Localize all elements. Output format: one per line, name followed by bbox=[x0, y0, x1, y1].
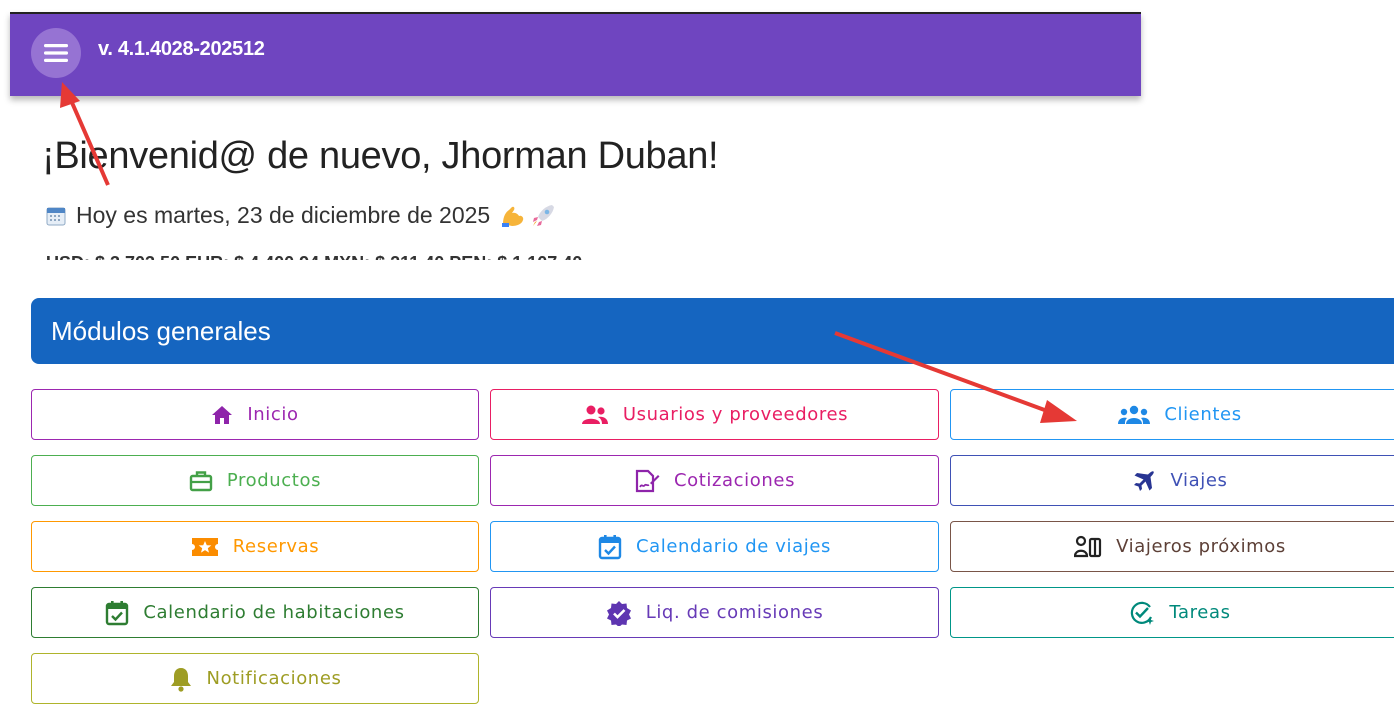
exchange-rates-text: USD: $ 3.703,50 EUR: $ 4.400,94 MXN: $ 2… bbox=[46, 246, 766, 260]
module-label: Viajes bbox=[1170, 470, 1228, 491]
users-icon bbox=[581, 405, 609, 425]
signature-document-icon bbox=[634, 469, 660, 493]
module-productos[interactable]: Productos bbox=[31, 455, 479, 506]
group-icon bbox=[1118, 405, 1151, 425]
top-border bbox=[10, 12, 1141, 14]
module-tareas[interactable]: Tareas bbox=[950, 587, 1394, 638]
module-label: Tareas bbox=[1169, 602, 1231, 623]
star-ticket-icon bbox=[191, 537, 219, 557]
verified-badge-icon bbox=[606, 600, 632, 626]
calendar-check-icon bbox=[105, 600, 129, 626]
top-app-bar: v. 4.1.4028-202512 bbox=[10, 12, 1141, 96]
today-date: Hoy es martes, 23 de diciembre de 2025 bbox=[76, 202, 491, 228]
hamburger-menu-icon bbox=[44, 44, 68, 62]
module-reservas[interactable]: Reservas bbox=[31, 521, 479, 572]
app-version: v. 4.1.4028-202512 bbox=[98, 38, 265, 60]
module-cotizaciones[interactable]: Cotizaciones bbox=[490, 455, 939, 506]
module-label: Clientes bbox=[1164, 404, 1242, 425]
welcome-title: ¡Bienvenid@ de nuevo, Jhorman Duban! bbox=[42, 135, 719, 177]
module-label: Calendario de viajes bbox=[635, 536, 832, 557]
module-label: Calendario de habitaciones bbox=[143, 602, 405, 623]
module-label: Notificaciones bbox=[206, 668, 342, 689]
module-viajeros-proximos[interactable]: Viajeros próximos bbox=[950, 521, 1394, 572]
calendar-check-icon bbox=[598, 534, 622, 560]
exchange-rates: USD: $ 3.703,50 EUR: $ 4.400,94 MXN: $ 2… bbox=[46, 246, 766, 260]
menu-button[interactable] bbox=[31, 28, 81, 78]
task-check-icon bbox=[1129, 600, 1155, 626]
module-label: Inicio bbox=[247, 404, 299, 425]
module-label: Reservas bbox=[232, 536, 320, 557]
briefcase-icon bbox=[189, 470, 213, 492]
module-liq-comisiones[interactable]: Liq. de comisiones bbox=[490, 587, 939, 638]
module-usuarios-proveedores[interactable]: Usuarios y proveedores bbox=[490, 389, 939, 440]
airplane-icon bbox=[1132, 469, 1156, 493]
home-icon bbox=[211, 405, 233, 425]
module-calendario-habitaciones[interactable]: Calendario de habitaciones bbox=[31, 587, 479, 638]
module-label: Usuarios y proveedores bbox=[622, 404, 849, 425]
bell-icon bbox=[169, 666, 193, 692]
rocket-icon bbox=[533, 204, 555, 226]
person-luggage-icon bbox=[1074, 535, 1102, 559]
calendar-icon bbox=[46, 207, 66, 225]
module-clientes[interactable]: Clientes bbox=[950, 389, 1394, 440]
section-title: Módulos generales bbox=[31, 298, 1394, 364]
module-label: Cotizaciones bbox=[673, 470, 796, 491]
module-viajes[interactable]: Viajes bbox=[950, 455, 1394, 506]
module-inicio[interactable]: Inicio bbox=[31, 389, 479, 440]
flexed-biceps-icon bbox=[502, 206, 524, 227]
module-calendario-viajes[interactable]: Calendario de viajes bbox=[490, 521, 939, 572]
date-line: Hoy es martes, 23 de diciembre de 2025 bbox=[46, 202, 556, 229]
module-notificaciones[interactable]: Notificaciones bbox=[31, 653, 479, 704]
module-label: Viajeros próximos bbox=[1116, 536, 1286, 557]
module-label: Liq. de comisiones bbox=[645, 602, 824, 623]
module-label: Productos bbox=[226, 470, 322, 491]
